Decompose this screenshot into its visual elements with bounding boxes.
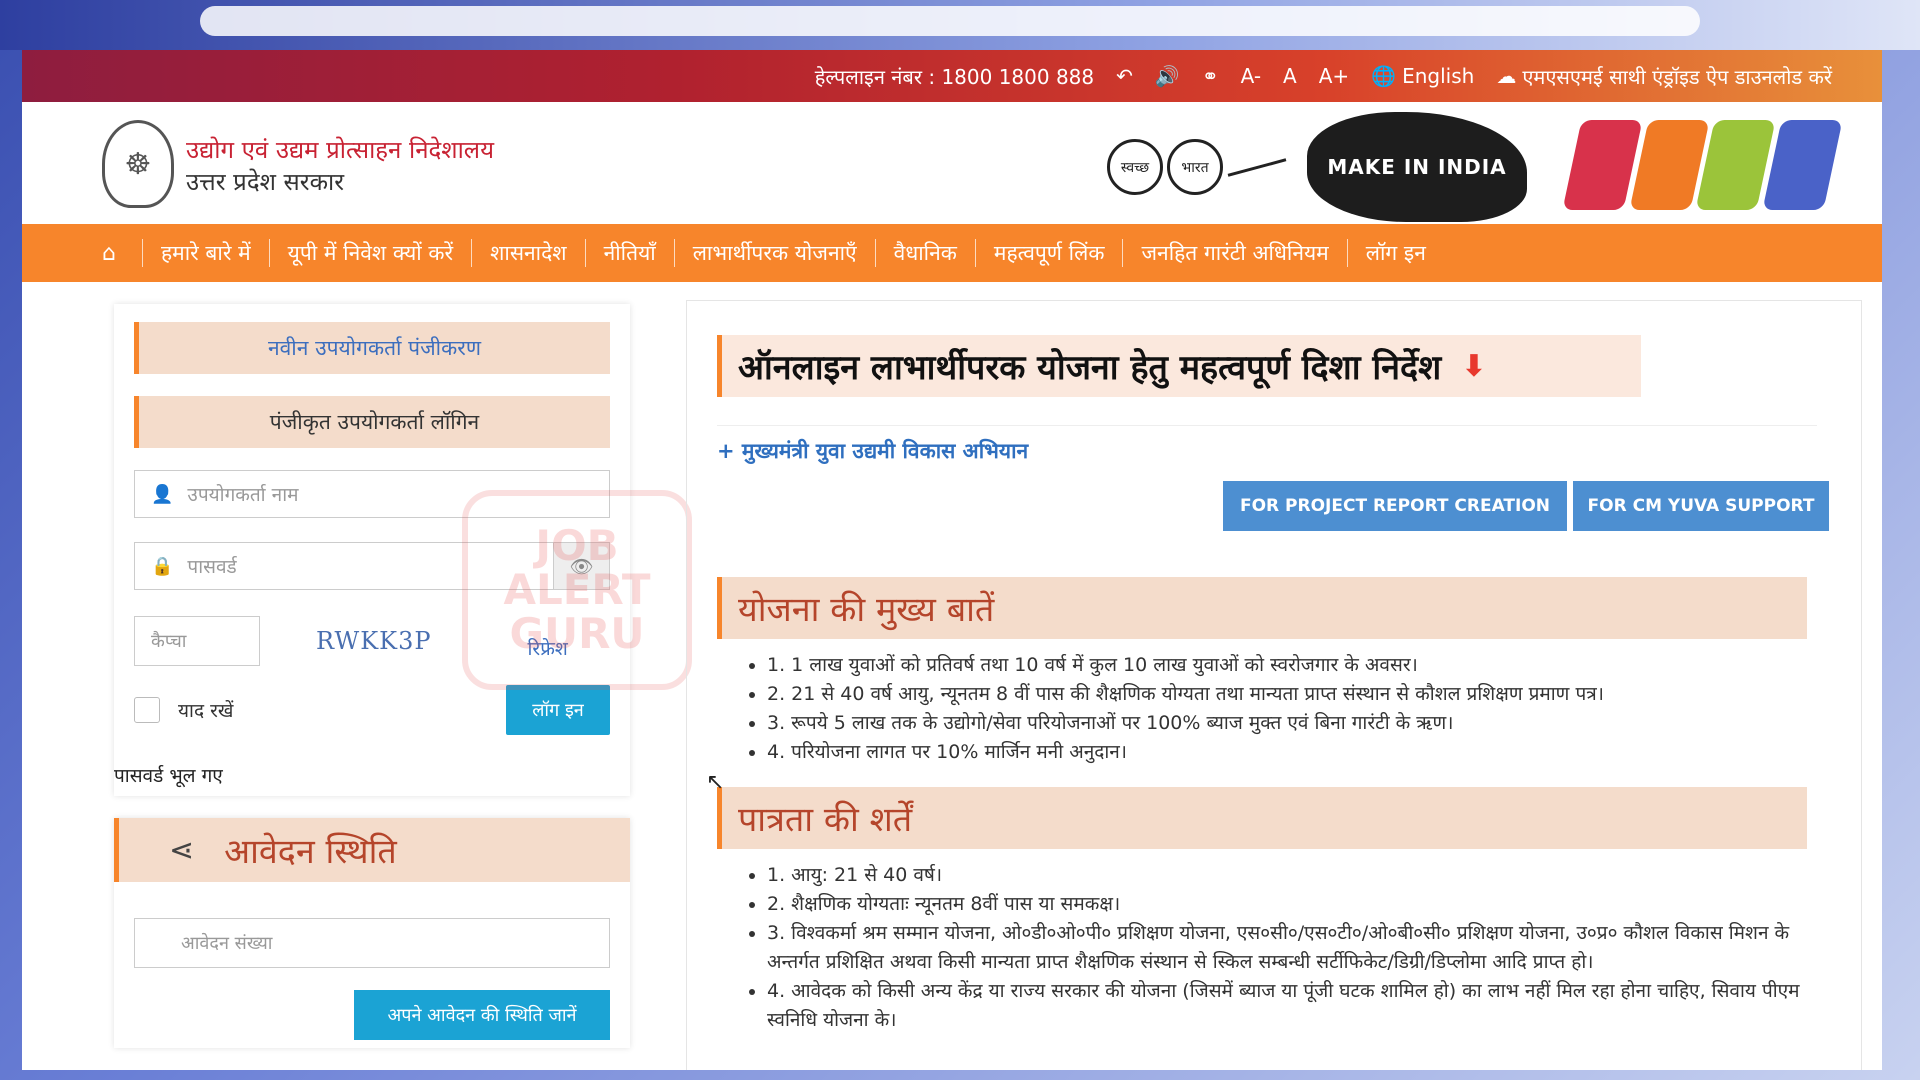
application-number-input[interactable]: आवेदन संख्या <box>134 918 610 968</box>
back-icon[interactable]: ↶ <box>1116 64 1133 88</box>
cm-yuva-support-button[interactable]: FOR CM YUVA SUPPORT <box>1573 481 1829 531</box>
divider <box>717 425 1817 426</box>
main-nav: ⌂ हमारे बारे में यूपी में निवेश क्यों कर… <box>22 224 1882 282</box>
job-alert-guru-watermark: JOB ALERT GURU <box>462 490 692 690</box>
check-status-button[interactable]: अपने आवेदन की स्थिति जानें <box>354 990 610 1040</box>
project-report-button[interactable]: FOR PROJECT REPORT CREATION <box>1223 481 1567 531</box>
site-header: ☸ उद्योग एवं उद्यम प्रोत्साहन निदेशालय उ… <box>22 102 1882 224</box>
home-icon[interactable]: ⌂ <box>102 241 142 266</box>
watermark-line2: ALERT <box>503 565 651 614</box>
language-icon: 🌐 <box>1371 64 1397 88</box>
list-item: 3. रूपये 5 लाख तक के उद्योगो/सेवा परियोज… <box>767 709 1807 738</box>
scheme-highlights-heading: योजना की मुख्य बातें <box>717 577 1807 639</box>
nav-item-government-orders[interactable]: शासनादेश <box>471 239 584 267</box>
language-label: English <box>1402 64 1475 88</box>
application-status-header: ⋖ आवेदन स्थिति <box>114 818 630 882</box>
nav-item-statutory[interactable]: वैधानिक <box>874 239 975 267</box>
logo-segment-red <box>1562 120 1643 210</box>
sitemap-icon[interactable]: ⚭ <box>1202 64 1219 88</box>
nav-item-guarantee-act[interactable]: जनहित गारंटी अधिनियम <box>1122 239 1346 267</box>
nav-item-important-links[interactable]: महत्वपूर्ण लिंक <box>974 239 1123 267</box>
cloud-download-icon: ☁ <box>1496 64 1517 88</box>
page-title: ऑनलाइन लाभार्थीपरक योजना हेतु महत्वपूर्ण… <box>717 335 1641 397</box>
captcha-image: RWKK3P <box>316 627 432 655</box>
watermark-line3: GURU <box>509 609 645 658</box>
captcha-input[interactable]: कैप्चा <box>134 616 260 666</box>
eligibility-list: 1. आयु: 21 से 40 वर्ष। 2. शैक्षणिक योग्य… <box>767 861 1807 1035</box>
bharat-lens: भारत <box>1167 139 1223 195</box>
nav-item-login[interactable]: लॉग इन <box>1346 239 1444 267</box>
org-name[interactable]: उद्योग एवं उद्यम प्रोत्साहन निदेशालय उत्… <box>186 134 494 198</box>
font-increase-button[interactable]: A+ <box>1319 64 1349 88</box>
list-item: 1. आयु: 21 से 40 वर्ष। <box>767 861 1807 890</box>
scheme-highlights-list: 1. 1 लाख युवाओं को प्रतिवर्ष तथा 10 वर्ष… <box>767 651 1807 767</box>
remember-checkbox[interactable] <box>134 697 160 723</box>
swachh-lens: स्वच्छ <box>1107 139 1163 195</box>
forgot-password-link[interactable]: पासवर्ड भूल गए <box>114 762 630 796</box>
password-placeholder: पासवर्ड <box>187 556 237 578</box>
registered-login-tab[interactable]: पंजीकृत उपयोगकर्ता लॉगिन <box>134 396 610 448</box>
list-item: 2. 21 से 40 वर्ष आयु, न्यूनतम 8 वीं पास … <box>767 680 1807 709</box>
nav-item-policies[interactable]: नीतियाँ <box>584 239 674 267</box>
logo-segment-blue <box>1761 120 1842 210</box>
logo-segment-orange <box>1628 120 1709 210</box>
helpline-text: हेल्पलाइन नंबर : 1800 1800 888 <box>814 64 1095 89</box>
browser-chrome <box>0 0 1920 50</box>
swachh-bharat-logo: स्वच्छ भारत <box>1107 132 1297 202</box>
app-download-link[interactable]: ☁ एमएसएमई साथी एंड्रॉइड ऐप डाउनलोड करें <box>1496 63 1832 90</box>
language-toggle[interactable]: 🌐 English <box>1371 64 1474 88</box>
font-normal-button[interactable]: A <box>1283 64 1297 88</box>
nav-item-beneficiary-schemes[interactable]: लाभार्थीपरक योजनाएँ <box>673 239 875 267</box>
font-decrease-button[interactable]: A- <box>1241 64 1261 88</box>
cm-yuva-scheme-link[interactable]: + मुख्यमंत्री युवा उद्यमी विकास अभियान <box>717 437 1028 465</box>
main-content: ऑनलाइन लाभार्थीपरक योजना हेतु महत्वपूर्ण… <box>686 300 1862 1070</box>
download-icon[interactable]: ⬇ <box>1461 349 1486 384</box>
nav-item-about[interactable]: हमारे बारे में <box>142 239 269 267</box>
make-in-india-logo: MAKE IN INDIA <box>1307 112 1527 222</box>
list-item: 4. परियोजना लागत पर 10% मार्जिन मनी अनुद… <box>767 738 1807 767</box>
share-icon: ⋖ <box>169 832 195 868</box>
page-title-text: ऑनलाइन लाभार्थीपरक योजना हेतु महत्वपूर्ण… <box>738 348 1442 388</box>
watermark-line1: JOB <box>535 521 619 570</box>
utility-bar: हेल्पलाइन नंबर : 1800 1800 888 ↶ 🔊 ⚭ A- … <box>22 50 1882 102</box>
logo-segment-green <box>1695 120 1776 210</box>
application-status-panel: ⋖ आवेदन स्थिति आवेदन संख्या अपने आवेदन क… <box>114 818 630 1048</box>
app-download-label: एमएसएमई साथी एंड्रॉइड ऐप डाउनलोड करें <box>1522 64 1832 89</box>
application-status-title: आवेदन स्थिति <box>224 832 397 872</box>
org-name-line1: उद्योग एवं उद्यम प्रोत्साहन निदेशालय <box>186 136 495 164</box>
remember-row: याद रखें लॉग इन <box>134 684 610 736</box>
new-registration-tab[interactable]: नवीन उपयोगकर्ता पंजीकरण <box>134 322 610 374</box>
web-page: हेल्पलाइन नंबर : 1800 1800 888 ↶ 🔊 ⚭ A- … <box>22 50 1882 1070</box>
list-item: 1. 1 लाख युवाओं को प्रतिवर्ष तथा 10 वर्ष… <box>767 651 1807 680</box>
user-icon: 👤 <box>151 483 174 505</box>
list-item: 3. विश्वकर्मा श्रम सम्मान योजना, ओ०डी०ओ०… <box>767 919 1807 977</box>
login-button[interactable]: लॉग इन <box>506 685 610 735</box>
list-item: 4. आवेदक को किसी अन्य केंद्र या राज्य सर… <box>767 977 1807 1035</box>
lock-icon: 🔒 <box>151 555 174 577</box>
username-placeholder: उपयोगकर्ता नाम <box>187 484 299 506</box>
state-emblem-logo[interactable]: ☸ <box>102 120 174 208</box>
nav-item-why-invest[interactable]: यूपी में निवेश क्यों करें <box>268 239 471 267</box>
org-name-line2: उत्तर प्रदेश सरकार <box>186 168 345 196</box>
address-bar[interactable] <box>200 6 1700 36</box>
spectacles-stem <box>1227 157 1287 177</box>
msme-logo <box>1562 120 1842 210</box>
speaker-icon[interactable]: 🔊 <box>1155 64 1180 88</box>
list-item: 2. शैक्षणिक योग्यताः न्यूनतम 8वीं पास या… <box>767 890 1807 919</box>
remember-label: याद रखें <box>178 700 234 722</box>
mouse-cursor-icon: ↖ <box>706 770 725 795</box>
eligibility-heading: पात्रता की शर्तें <box>717 787 1807 849</box>
